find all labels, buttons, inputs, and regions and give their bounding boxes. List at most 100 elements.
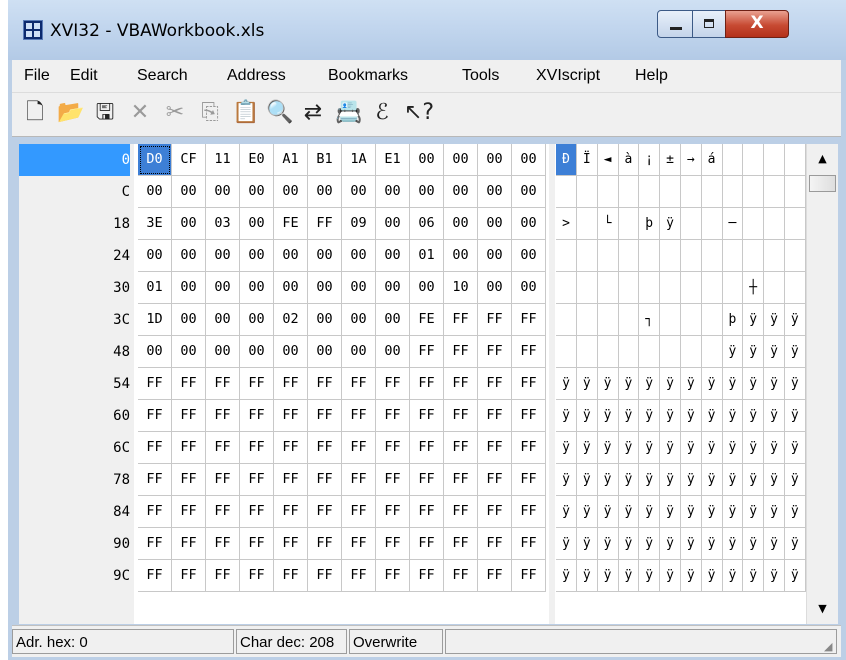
hex-byte-cell[interactable]: FF xyxy=(240,368,274,400)
hex-byte-cell[interactable]: FF xyxy=(444,464,478,496)
text-char-cell[interactable] xyxy=(597,240,619,272)
hex-byte-cell[interactable]: FF xyxy=(342,432,376,464)
menu-address[interactable]: Address xyxy=(227,67,286,85)
text-char-cell[interactable]: ÿ xyxy=(618,496,640,528)
text-char-cell[interactable] xyxy=(680,176,702,208)
hex-byte-cell[interactable]: FF xyxy=(308,560,342,592)
text-char-cell[interactable]: ÿ xyxy=(556,464,577,496)
hex-byte-cell[interactable]: FF xyxy=(138,432,172,464)
copy-icon[interactable]: ⎘ xyxy=(197,99,223,127)
text-char-cell[interactable] xyxy=(660,176,681,208)
hex-byte-cell[interactable]: FF xyxy=(478,400,512,432)
hex-grid[interactable]: D0 CF 11 E0 A1 B1 1A E1 00 00 00 00 00 00 00 00 00 00 00 00… xyxy=(138,144,546,624)
hex-byte-cell[interactable]: FF xyxy=(410,336,444,368)
text-char-cell[interactable] xyxy=(764,240,785,272)
text-char-cell[interactable] xyxy=(618,240,640,272)
hex-byte-cell[interactable]: 00 xyxy=(308,304,342,336)
hex-byte-cell[interactable]: 00 xyxy=(274,336,308,368)
hex-byte-cell[interactable]: 00 xyxy=(172,272,206,304)
hex-byte-cell[interactable]: FF xyxy=(410,368,444,400)
hex-byte-cell[interactable]: 00 xyxy=(342,240,376,272)
text-char-cell[interactable]: ÿ xyxy=(722,528,744,560)
text-char-cell[interactable] xyxy=(597,272,619,304)
hex-byte-cell[interactable]: 00 xyxy=(274,240,308,272)
hex-byte-cell[interactable]: D0 xyxy=(138,144,172,176)
text-char-cell[interactable]: ÿ xyxy=(660,368,681,400)
text-char-cell[interactable]: ÿ xyxy=(743,400,765,432)
hex-byte-cell[interactable]: FF xyxy=(308,368,342,400)
text-char-cell[interactable]: ÿ xyxy=(639,464,661,496)
hex-byte-cell[interactable]: 00 xyxy=(240,176,274,208)
hex-byte-cell[interactable]: FF xyxy=(308,432,342,464)
hex-byte-cell[interactable]: FF xyxy=(240,464,274,496)
hex-byte-cell[interactable]: FF xyxy=(138,368,172,400)
hex-byte-cell[interactable]: FF xyxy=(376,496,410,528)
text-char-cell[interactable]: ÿ xyxy=(764,432,785,464)
text-char-cell[interactable] xyxy=(597,336,619,368)
text-char-cell[interactable] xyxy=(556,336,577,368)
text-char-cell[interactable]: ÿ xyxy=(722,400,744,432)
text-char-cell[interactable]: þ xyxy=(639,208,661,240)
text-char-cell[interactable]: á xyxy=(701,144,723,176)
hex-byte-cell[interactable]: FF xyxy=(376,464,410,496)
text-char-cell[interactable]: ÿ xyxy=(680,432,702,464)
text-char-cell[interactable]: ÿ xyxy=(618,400,640,432)
text-char-cell[interactable]: ÿ xyxy=(556,496,577,528)
hex-byte-cell[interactable]: FF xyxy=(512,528,546,560)
text-char-cell[interactable]: ÿ xyxy=(722,496,744,528)
text-char-cell[interactable]: ÿ xyxy=(576,432,598,464)
hex-byte-cell[interactable]: FF xyxy=(444,496,478,528)
hex-byte-cell[interactable]: FF xyxy=(172,528,206,560)
text-char-cell[interactable]: ÿ xyxy=(660,208,681,240)
hex-byte-cell[interactable]: FF xyxy=(512,496,546,528)
text-char-cell[interactable]: └ xyxy=(597,208,619,240)
hex-byte-cell[interactable]: FF xyxy=(240,496,274,528)
hex-byte-cell[interactable]: FF xyxy=(444,304,478,336)
text-char-cell[interactable]: Ï xyxy=(576,144,598,176)
hex-byte-cell[interactable]: FF xyxy=(308,208,342,240)
hex-byte-cell[interactable]: 00 xyxy=(342,272,376,304)
text-grid[interactable]: Ð Ï ◄ à ¡ ± → á > └ þ ÿ ─ ┼ ┐ þ ÿ ÿ ÿ ÿ ÿ ÿ ÿ ÿ ÿ ÿ ÿ ÿ ÿ ÿ ÿ ÿ ÿ ÿ ÿ ÿ ÿ ÿ ÿ ÿ… xyxy=(556,144,806,624)
text-char-cell[interactable] xyxy=(701,208,723,240)
text-char-cell[interactable] xyxy=(556,304,577,336)
script-icon[interactable]: ℰ xyxy=(369,99,395,127)
hex-byte-cell[interactable]: 00 xyxy=(138,240,172,272)
hex-byte-cell[interactable]: FF xyxy=(172,560,206,592)
hex-byte-cell[interactable]: FF xyxy=(444,336,478,368)
hex-byte-cell[interactable]: FF xyxy=(478,560,512,592)
text-char-cell[interactable]: ÿ xyxy=(722,560,744,592)
hex-byte-cell[interactable]: 00 xyxy=(172,304,206,336)
hex-byte-cell[interactable]: 00 xyxy=(410,176,444,208)
hex-byte-cell[interactable]: FF xyxy=(512,464,546,496)
text-char-cell[interactable] xyxy=(701,176,723,208)
row-address[interactable]: 54 xyxy=(19,368,130,400)
text-char-cell[interactable]: ÿ xyxy=(618,368,640,400)
text-char-cell[interactable]: ÿ xyxy=(597,496,619,528)
hex-byte-cell[interactable]: 00 xyxy=(138,336,172,368)
text-char-cell[interactable]: → xyxy=(680,144,702,176)
hex-byte-cell[interactable]: FF xyxy=(410,432,444,464)
text-char-cell[interactable]: ÿ xyxy=(701,528,723,560)
hex-byte-cell[interactable]: FF xyxy=(512,432,546,464)
hex-byte-cell[interactable]: 00 xyxy=(376,240,410,272)
text-char-cell[interactable]: ÿ xyxy=(680,528,702,560)
hex-byte-cell[interactable]: FF xyxy=(206,400,240,432)
scroll-down-arrow-icon[interactable]: ▼ xyxy=(808,594,837,624)
hex-byte-cell[interactable]: FF xyxy=(308,464,342,496)
text-char-cell[interactable]: ÿ xyxy=(784,560,806,592)
hex-byte-cell[interactable]: FF xyxy=(444,368,478,400)
hex-byte-cell[interactable]: 00 xyxy=(376,208,410,240)
hex-byte-cell[interactable]: FF xyxy=(308,496,342,528)
text-char-cell[interactable]: ÿ xyxy=(618,560,640,592)
hex-byte-cell[interactable]: FF xyxy=(308,400,342,432)
text-char-cell[interactable] xyxy=(743,176,765,208)
text-char-cell[interactable]: ÿ xyxy=(701,464,723,496)
hex-byte-cell[interactable]: FE xyxy=(410,304,444,336)
text-char-cell[interactable]: ÿ xyxy=(743,336,765,368)
text-char-cell[interactable]: ÿ xyxy=(556,560,577,592)
hex-byte-cell[interactable]: 00 xyxy=(342,336,376,368)
text-char-cell[interactable] xyxy=(618,336,640,368)
hex-byte-cell[interactable]: 00 xyxy=(512,176,546,208)
row-address[interactable]: 24 xyxy=(19,240,130,272)
hex-byte-cell[interactable]: FF xyxy=(342,400,376,432)
